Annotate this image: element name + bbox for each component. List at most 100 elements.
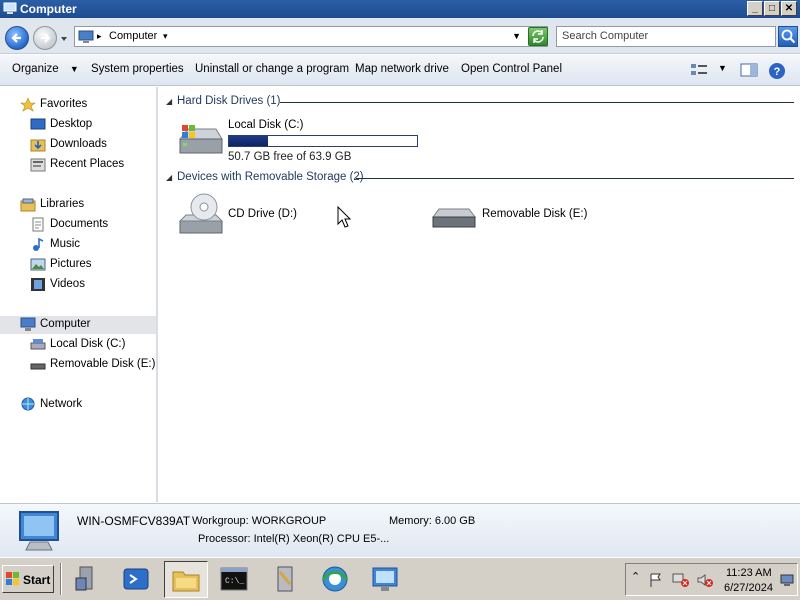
group-removable-storage[interactable]: ◢ Devices with Removable Storage (2) [166,170,794,186]
nav-pictures[interactable]: Pictures [0,256,156,274]
nav-local-disk-label: Local Disk (C:) [50,338,126,350]
taskbar-powershell[interactable] [115,561,159,598]
network-icon [21,397,35,411]
star-icon [20,97,36,112]
computer-name: WIN-OSMFCV839AT [77,514,191,528]
nav-documents-label: Documents [50,218,109,230]
nav-removable-disk-label: Removable Disk (E:) [50,358,156,370]
uninstall-program-button[interactable]: Uninstall or change a program [195,63,349,75]
organize-label: Organize [12,63,59,75]
music-icon [33,237,44,251]
nav-network[interactable]: Network [0,396,156,414]
command-bar: Organize ▼ System properties Uninstall o… [0,55,800,86]
start-button[interactable]: Start [2,565,54,593]
nav-videos-label: Videos [50,278,85,290]
breadcrumb-computer[interactable]: Computer [109,30,157,42]
chevron-right-icon[interactable]: ▸ [97,31,102,42]
clock-time[interactable]: 11:23 AM [726,567,772,579]
nav-music[interactable]: Music [0,236,156,254]
system-tray: ⌃ 11:23 AM 6/27/2024 [625,563,798,596]
removable-drive-icon [432,208,476,228]
preview-pane-icon[interactable] [740,62,758,78]
details-pane: WIN-OSMFCV839AT Workgroup: WORKGROUP Mem… [0,503,800,557]
back-button[interactable] [5,26,29,50]
show-desktop-icon[interactable] [780,573,794,587]
drive-local-disk-c[interactable]: Local Disk (C:) 50.7 GB free of 63.9 GB [176,117,426,167]
map-network-drive-button[interactable]: Map network drive [355,63,449,75]
group-title: Hard Disk Drives (1) [177,95,287,107]
remote-desktop-icon [372,567,398,591]
nav-pictures-label: Pictures [50,258,92,270]
taskbar-explorer[interactable] [164,561,208,598]
search-button[interactable] [778,26,798,47]
show-hidden-icons-icon[interactable]: ⌃ [631,570,640,583]
clock-date[interactable]: 6/27/2024 [724,582,773,594]
drive-d-name: CD Drive (D:) [228,208,297,220]
volume-muted-icon[interactable] [696,572,714,588]
nav-desktop[interactable]: Desktop [0,116,156,134]
pictures-icon [30,258,46,271]
help-icon[interactable]: ? [768,62,786,80]
open-control-panel-button[interactable]: Open Control Panel [461,63,562,75]
taskbar-server-manager[interactable] [66,561,110,598]
group-divider [356,178,794,179]
chevron-down-icon[interactable]: ▾ [163,31,168,42]
system-properties-button[interactable]: System properties [91,63,184,75]
capacity-fill [229,136,268,146]
maximize-button[interactable]: □ [764,1,780,16]
minimize-button[interactable]: _ [747,1,763,16]
nav-computer[interactable]: Computer [0,316,156,334]
cd-drive-icon [178,193,224,234]
computer-icon [20,317,36,331]
nav-videos[interactable]: Videos [0,276,156,294]
nav-libraries-label: Libraries [40,198,85,210]
collapse-triangle-icon[interactable]: ◢ [166,97,172,106]
svg-text:C:\_: C:\_ [225,577,244,586]
hard-drive-icon [30,339,46,350]
workgroup-info: Workgroup: WORKGROUP [192,515,327,527]
recent-pages-dropdown[interactable] [60,35,68,43]
mouse-cursor-icon [337,206,351,228]
network-disconnected-icon[interactable] [672,572,690,588]
nav-downloads[interactable]: Downloads [0,136,156,154]
search-input[interactable]: Search Computer [556,26,776,47]
drive-removable-e[interactable]: Removable Disk (E:) [430,203,630,239]
memory-info: Memory: 6.00 GB [389,515,476,527]
organize-button[interactable]: Organize ▼ [12,63,79,75]
recent-places-icon [30,158,46,172]
taskbar-remote-desktop[interactable] [364,561,408,598]
nav-libraries[interactable]: Libraries [0,196,156,214]
change-view-icon[interactable] [690,62,708,78]
address-dropdown-icon[interactable]: ▼ [512,31,521,41]
view-options-dropdown[interactable]: ▼ [718,63,727,73]
nav-recent-places[interactable]: Recent Places [0,156,156,174]
drive-e-name: Removable Disk (E:) [482,208,588,220]
taskbar-internet-explorer[interactable] [314,561,358,598]
command-prompt-icon: C:\_ [220,567,248,591]
nav-network-label: Network [40,398,83,410]
nav-documents[interactable]: Documents [0,216,156,234]
address-field[interactable]: ▸ Computer ▾ ▼ [74,26,548,47]
nav-downloads-label: Downloads [50,138,107,150]
nav-desktop-label: Desktop [50,118,93,130]
capacity-bar [228,135,418,147]
taskbar: Start C:\_ ⌃ 11:23 AM 6/27/2024 [0,557,800,600]
nav-favorites[interactable]: Favorites [0,96,156,114]
action-center-flag-icon[interactable] [648,572,664,588]
taskbar-command-prompt[interactable]: C:\_ [213,561,257,598]
nav-removable-disk[interactable]: Removable Disk (E:) [0,356,156,374]
server-manager-icon [75,566,93,591]
collapse-triangle-icon[interactable]: ◢ [166,173,172,182]
refresh-button[interactable] [528,27,548,46]
windows-logo-icon [6,572,19,585]
title-bar: Computer _ □ ✕ [0,0,800,18]
close-button[interactable]: ✕ [781,1,797,16]
taskbar-admin-tools[interactable] [264,561,308,598]
chevron-down-icon: ▼ [69,64,79,74]
powershell-icon [123,568,149,590]
forward-button[interactable] [33,26,57,50]
group-hard-disk-drives[interactable]: ◢ Hard Disk Drives (1) [166,94,794,110]
computer-icon [78,30,94,43]
videos-icon [31,278,45,291]
nav-local-disk[interactable]: Local Disk (C:) [0,336,156,354]
